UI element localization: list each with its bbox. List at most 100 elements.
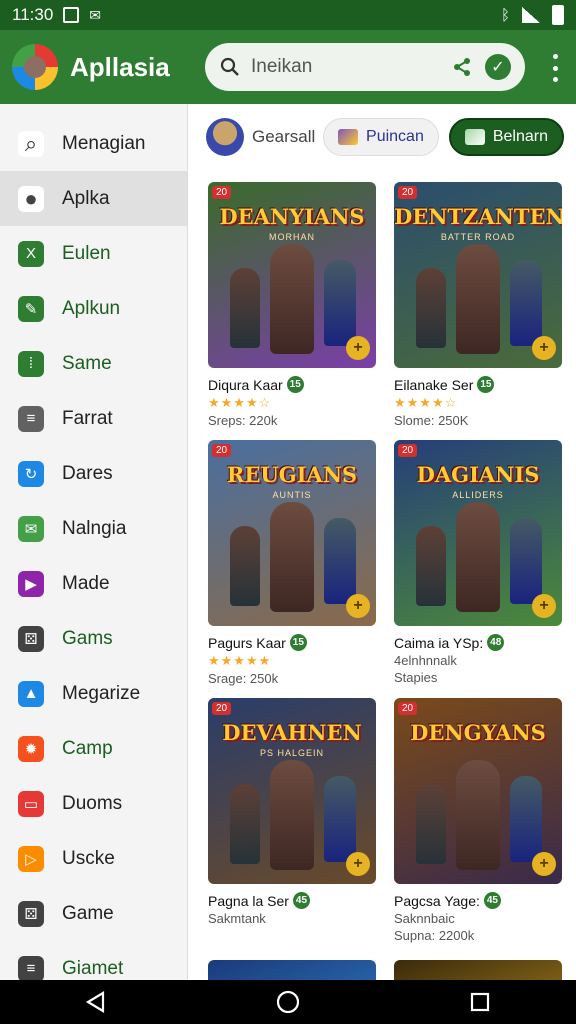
app-card[interactable]: 20 DAGIANIS ALLIDERS + Caima ia YSp: 48 4elnhn… — [394, 440, 562, 685]
battery-icon — [552, 5, 564, 25]
app-thumbnail[interactable]: 20 DENGYANS + — [394, 698, 562, 884]
shield-icon[interactable]: ✓ — [485, 54, 511, 80]
app-downloads: Slome: 250K — [394, 413, 469, 428]
thumbnail-subtitle: ALLIDERS — [452, 490, 504, 500]
search-input[interactable] — [251, 56, 441, 78]
app-name-row: Pagcsa Yage: 45 — [394, 892, 562, 909]
app-card-partial[interactable] — [394, 960, 562, 980]
app-thumbnail[interactable] — [208, 960, 376, 980]
age-rating-badge: 20 — [398, 702, 418, 715]
share-icon[interactable] — [449, 54, 475, 80]
drawer-item[interactable]: ⚄ Gams — [0, 611, 187, 666]
plus-icon[interactable]: + — [532, 594, 556, 618]
app-card[interactable]: 20 DEVAHNEN PS HALGEIN + Pagna la Ser 45 Sakmt… — [208, 698, 376, 928]
app-thumbnail[interactable] — [394, 960, 562, 980]
character-figure — [510, 518, 542, 604]
drawer-item[interactable]: X Eulen — [0, 226, 187, 281]
drawer-item[interactable]: ▭ Duoms — [0, 776, 187, 831]
tools-icon: ✎ — [18, 295, 44, 322]
thumbnail-subtitle: AUNTIS — [272, 490, 312, 500]
recents-icon[interactable] — [460, 987, 500, 1017]
person-icon: ● — [18, 185, 44, 212]
thumbnail-title: DEVAHNEN — [222, 720, 362, 745]
bluetooth-icon: ᛒ — [500, 6, 510, 24]
drawer-item[interactable]: ⌕ Menagian — [0, 116, 187, 171]
drawer-item-label: Dares — [62, 462, 113, 484]
character-figure — [324, 776, 356, 862]
search-bar[interactable]: ✓ — [205, 43, 525, 91]
app-logo — [12, 44, 58, 90]
app-rating: ★★★★☆ — [208, 395, 272, 410]
plus-icon[interactable]: + — [346, 336, 370, 360]
store-icon: ▲ — [18, 680, 44, 707]
home-icon[interactable] — [268, 987, 308, 1017]
drawer-item[interactable]: ✹ Camp — [0, 721, 187, 776]
drawer-item[interactable]: ≡ Giamet — [0, 941, 187, 980]
drawer-item-label: Uscke — [62, 847, 115, 869]
drawer-item[interactable]: ▶ Made — [0, 556, 187, 611]
drawer-item[interactable]: ↻ Dares — [0, 446, 187, 501]
app-thumbnail[interactable]: 20 DEANYIANS MORHAN + — [208, 182, 376, 368]
drawer-item[interactable]: ✉ Nalngia — [0, 501, 187, 556]
app-name-row: Pagurs Kaar 15 — [208, 634, 376, 651]
app-name: Pagcsa Yage: — [394, 892, 480, 909]
age-rating-badge: 20 — [398, 186, 418, 199]
character-figure — [456, 244, 500, 354]
filter-chip-label[interactable]: Gearsall — [252, 127, 315, 147]
search-icon: ⌕ — [18, 130, 44, 157]
app-card[interactable]: 20 DENTZANTENI BATTER ROAD + Eilanake Ser 15 ★… — [394, 182, 562, 428]
plus-icon[interactable]: + — [532, 336, 556, 360]
rating-badge: 45 — [292, 892, 310, 909]
app-card[interactable]: 20 DENGYANS + Pagcsa Yage: 45 Saknnbaic Supna:… — [394, 698, 562, 943]
character-figure — [270, 502, 314, 612]
app-thumbnail[interactable]: 20 REUGIANS AUNTIS + — [208, 440, 376, 626]
drawer-item[interactable]: ⁞ Same — [0, 336, 187, 391]
character-figure — [230, 784, 260, 864]
spreadsheet-icon: X — [18, 240, 44, 267]
drawer-item[interactable]: ▷ Uscke — [0, 831, 187, 886]
search-icon — [219, 56, 241, 78]
app-name-row: Diqura Kaar 15 — [208, 376, 376, 393]
app-card[interactable]: 20 REUGIANS AUNTIS + Pagurs Kaar 15 ★★★★★ Srage… — [208, 440, 376, 686]
play-icon: ▶ — [18, 570, 44, 597]
app-card[interactable]: 20 DEANYIANS MORHAN + Diqura Kaar 15 ★★★★☆ Srep… — [208, 182, 376, 428]
drawer-item[interactable]: ▲ Megarize — [0, 666, 187, 721]
thumbnail-title: DENTZANTENI — [394, 204, 562, 229]
drawer-item-label: Game — [62, 902, 114, 924]
gear-icon: ✹ — [18, 735, 44, 762]
app-thumbnail[interactable]: 20 DEVAHNEN PS HALGEIN + — [208, 698, 376, 884]
app-card-partial[interactable] — [208, 960, 376, 980]
character-figure — [510, 260, 542, 346]
game-icon — [338, 129, 359, 145]
age-rating-badge: 20 — [212, 702, 232, 715]
drawer-item[interactable]: ⚄ Game — [0, 886, 187, 941]
overflow-menu-icon[interactable] — [548, 54, 562, 82]
rating-badge: 15 — [477, 376, 495, 393]
app-name: Pagna la Ser — [208, 892, 289, 909]
thumbnail-title: DAGIANIS — [416, 462, 540, 487]
character-figure — [416, 526, 446, 606]
rating-badge: 15 — [289, 634, 307, 651]
age-rating-badge: 20 — [212, 186, 232, 199]
notification-icon: ✉ — [89, 6, 102, 23]
plus-icon[interactable]: + — [346, 852, 370, 876]
app-thumbnail[interactable]: 20 DENTZANTENI BATTER ROAD + — [394, 182, 562, 368]
thumbnail-title: DEANYIANS — [219, 204, 365, 229]
character-figure — [270, 244, 314, 354]
plus-icon[interactable]: + — [532, 852, 556, 876]
plus-icon[interactable]: + — [346, 594, 370, 618]
filter-pill-belnarn[interactable]: Belnarn — [448, 118, 564, 156]
app-bar: Apllasia ✓ — [0, 30, 576, 104]
drawer-item-label: Aplka — [62, 187, 110, 209]
drawer-item[interactable]: ● Aplka — [0, 171, 187, 226]
app-thumbnail[interactable]: 20 DAGIANIS ALLIDERS + — [394, 440, 562, 626]
drawer-item[interactable]: ✎ Aplkun — [0, 281, 187, 336]
app-name: Diqura Kaar — [208, 376, 283, 393]
back-icon[interactable] — [76, 987, 116, 1017]
filter-pill-puincan[interactable]: Puincan — [323, 118, 439, 156]
rating-badge: 45 — [483, 892, 501, 909]
dice-icon: ⚄ — [18, 625, 44, 652]
drawer-item[interactable]: ≡ Farrat — [0, 391, 187, 446]
filter-avatar[interactable] — [206, 118, 244, 156]
app-name: Pagurs Kaar — [208, 634, 286, 651]
